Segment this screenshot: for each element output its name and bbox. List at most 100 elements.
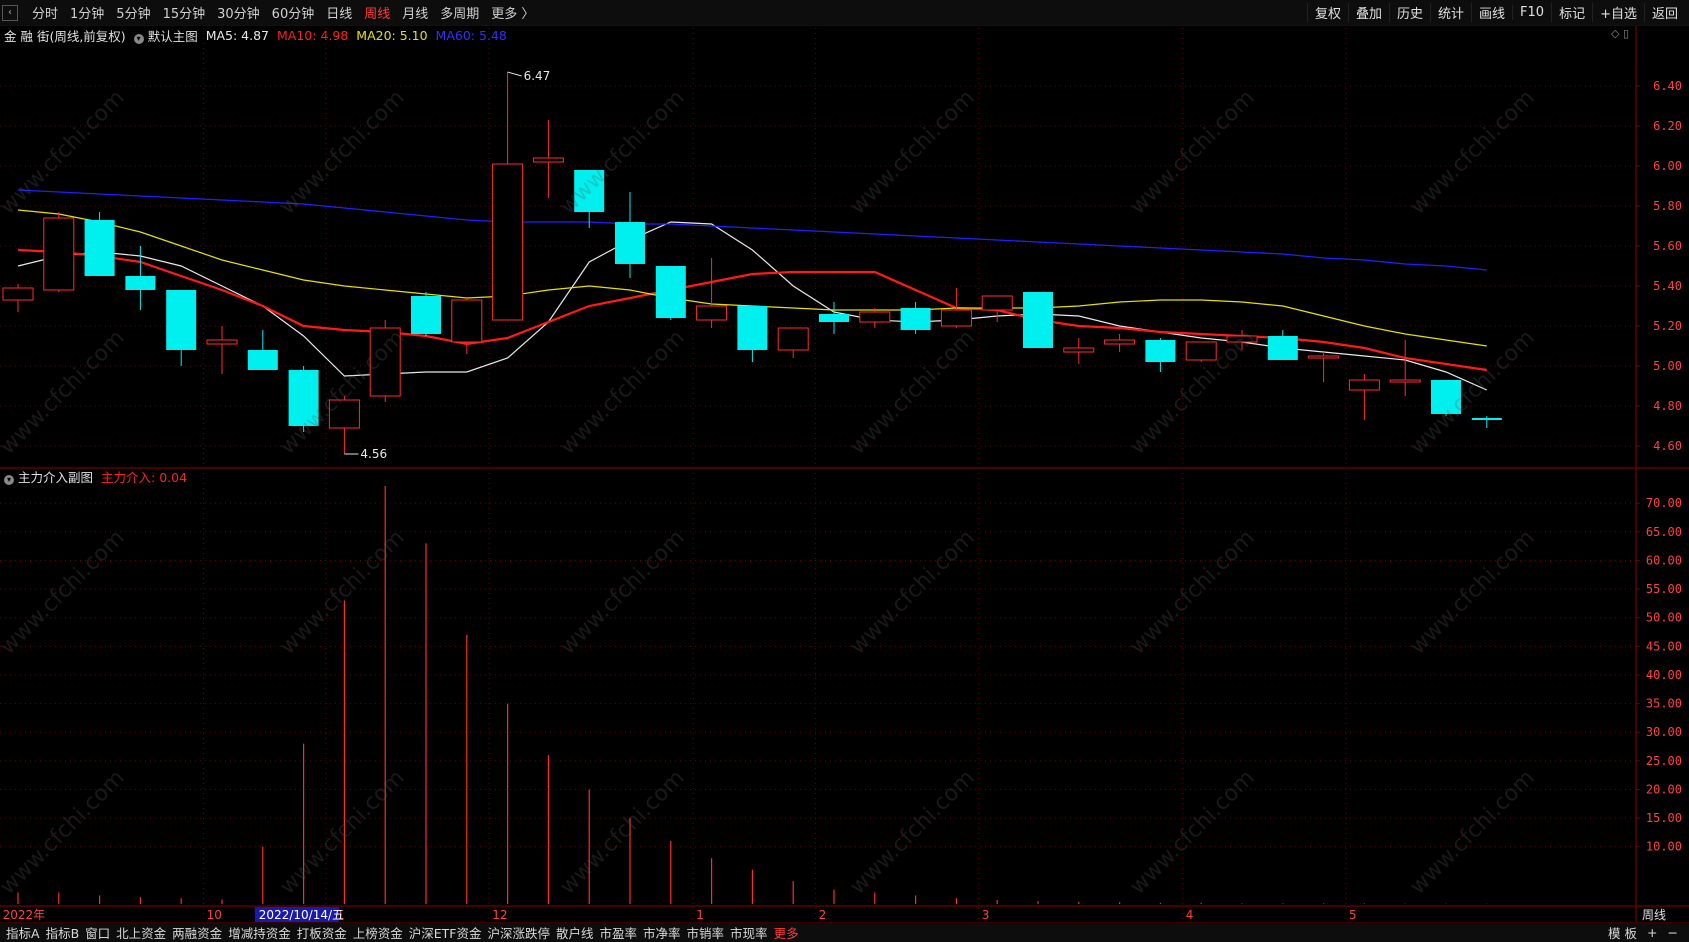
price-tick-label: 6.00 [1653, 159, 1682, 173]
period-tab-3[interactable]: 15分钟 [157, 3, 212, 22]
period-tab-8[interactable]: 月线 [396, 3, 434, 22]
watermark-22: www.cfchi.com [1125, 765, 1260, 900]
sub-tick-label: 35.00 [1646, 697, 1682, 711]
indicator-tab-0[interactable]: 指标A [3, 923, 43, 942]
date-label: 3 [982, 908, 990, 922]
indicator-tab-14[interactable]: 市现率 [727, 923, 771, 942]
chevron-down-icon: ▾ [4, 474, 14, 485]
watermark-5: www.cfchi.com [1405, 85, 1540, 220]
candle-body-up [328, 399, 360, 429]
date-label: 5 [1349, 908, 1357, 922]
indicator-tab-5[interactable]: 增减持资金 [225, 923, 294, 942]
indicator-tab-13[interactable]: 市销率 [684, 923, 728, 942]
collapse-toggle-icon[interactable]: ‹ [2, 5, 18, 21]
date-label: 12 [492, 908, 507, 922]
ma60-value: MA60: 5.48 [435, 27, 507, 43]
ma-line-ma20 [17, 209, 1487, 347]
period-tab-7[interactable]: 周线 [358, 3, 396, 22]
sub-tick-label: 65.00 [1646, 525, 1682, 539]
candle-body-up [940, 309, 972, 327]
indicator-tab-12[interactable]: 市净率 [640, 923, 684, 942]
watermark-15: www.cfchi.com [845, 525, 980, 660]
indicator-tab-7[interactable]: 上榜资金 [350, 923, 406, 942]
watermark-10: www.cfchi.com [1125, 325, 1260, 460]
candle-body-down [900, 308, 931, 330]
date-label: 10 [207, 908, 222, 922]
indicator-tab-11[interactable]: 市盈率 [597, 923, 641, 942]
candle-body-up [492, 163, 524, 321]
period-tab-0[interactable]: 分时 [26, 3, 64, 22]
tool-button-7[interactable]: +自选 [1592, 3, 1644, 22]
candle-body-up [451, 299, 483, 343]
period-tab-5[interactable]: 60分钟 [266, 3, 321, 22]
date-label: 11 [329, 908, 344, 922]
indicator-tab-3[interactable]: 北上资金 [113, 923, 169, 942]
watermark-12: www.cfchi.com [0, 525, 130, 660]
template-control-1[interactable]: + [1642, 925, 1662, 940]
sub-tick-label: 60.00 [1646, 553, 1682, 567]
period-tab-1[interactable]: 1分钟 [64, 3, 110, 22]
date-label: 1 [696, 908, 704, 922]
price-tick-label: 5.40 [1653, 279, 1682, 293]
candle-body-up [369, 327, 401, 397]
indicator-tab-15[interactable]: 更多 [771, 923, 802, 942]
template-control-2[interactable]: − [1663, 925, 1683, 940]
indicator-tab-4[interactable]: 两融资金 [169, 923, 225, 942]
tool-button-8[interactable]: 返回 [1643, 3, 1685, 22]
indicator-tab-6[interactable]: 打板资金 [294, 923, 350, 942]
indicator-tab-8[interactable]: 沪深ETF资金 [406, 923, 485, 942]
sub-chart-legend: ▾ 主力介入副图 主力介入: 0.04 [4, 467, 195, 485]
ma-line-ma5 [17, 221, 1488, 391]
candle-body-up [1226, 335, 1258, 343]
candle-body-up [859, 311, 891, 323]
watermark-14: www.cfchi.com [555, 525, 690, 660]
tool-button-6[interactable]: 标记 [1551, 3, 1592, 22]
watermark-23: www.cfchi.com [1405, 765, 1540, 900]
period-tab-9[interactable]: 多周期 [434, 3, 485, 22]
period-tab-2[interactable]: 5分钟 [110, 3, 156, 22]
high-annotation: 6.47 [524, 69, 551, 83]
indicator-tabbar: 指标A 指标B 窗口 北上资金 两融资金 增减持资金 打板资金 上榜资金 沪深ETF资金 沪深涨跌… [0, 922, 1689, 942]
sub-tick-label: 20.00 [1646, 782, 1682, 796]
kline-chart[interactable]: 6.40 6.20 6.00 5.80 5.60 5.40 5.20 5.00 4.80 4.60… [0, 0, 1689, 941]
sub-tick-label: 40.00 [1646, 668, 1682, 682]
candle-body-down [615, 222, 645, 264]
candle-body-up [981, 295, 1013, 311]
chart-corner-icons[interactable]: ◇ ▯ [1611, 27, 1629, 40]
price-tick-label: 5.60 [1653, 239, 1682, 253]
sub-tick-label: 30.00 [1646, 725, 1682, 739]
sub-indicator-selector[interactable]: ▾ 主力介入副图 [4, 467, 93, 486]
price-tick-label: 5.80 [1653, 199, 1682, 213]
low-annotation: 4.56 [360, 447, 387, 461]
tool-button-4[interactable]: 画线 [1471, 3, 1512, 22]
tool-button-5[interactable]: F10 [1512, 5, 1551, 20]
sub-indicator-value: 主力介入: 0.04 [101, 469, 188, 485]
indicator-tab-10[interactable]: 散户线 [553, 923, 597, 942]
candle-body-down [819, 314, 849, 322]
price-tick-label: 4.60 [1653, 439, 1682, 453]
candle-body-down [574, 170, 605, 212]
candle-body-down [1267, 336, 1298, 360]
tool-button-0[interactable]: 复权 [1306, 3, 1348, 22]
candle-body-down [655, 266, 686, 318]
tool-button-2[interactable]: 历史 [1388, 3, 1430, 22]
ma20-value: MA20: 5.10 [356, 27, 428, 43]
candle-body-up [696, 305, 728, 321]
indicator-tab-9[interactable]: 沪深涨跌停 [484, 923, 553, 942]
candle-body-up [1389, 379, 1421, 383]
indicator-tab-2[interactable]: 窗口 [82, 923, 113, 942]
price-tick-label: 6.20 [1653, 119, 1682, 133]
sub-tick-label: 45.00 [1646, 639, 1682, 653]
period-tabs: 分时 1分钟 5分钟 15分钟 30分钟 60分钟 日线 周线 月线 多周期 更多 〉 [26, 0, 540, 25]
tool-button-3[interactable]: 统计 [1430, 3, 1471, 22]
template-selector[interactable]: ▾ 默认主图 [133, 26, 198, 45]
indicator-tab-1[interactable]: 指标B [43, 923, 83, 942]
period-tab-10[interactable]: 更多 〉 [485, 3, 540, 22]
period-tab-4[interactable]: 30分钟 [211, 3, 266, 22]
watermark-1: www.cfchi.com [275, 85, 410, 220]
template-control-0[interactable]: 模 板 [1603, 923, 1642, 942]
period-tab-6[interactable]: 日线 [320, 3, 358, 22]
candle-body-up [777, 327, 809, 351]
sub-tick-label: 70.00 [1646, 496, 1682, 510]
tool-button-1[interactable]: 叠加 [1347, 3, 1389, 22]
